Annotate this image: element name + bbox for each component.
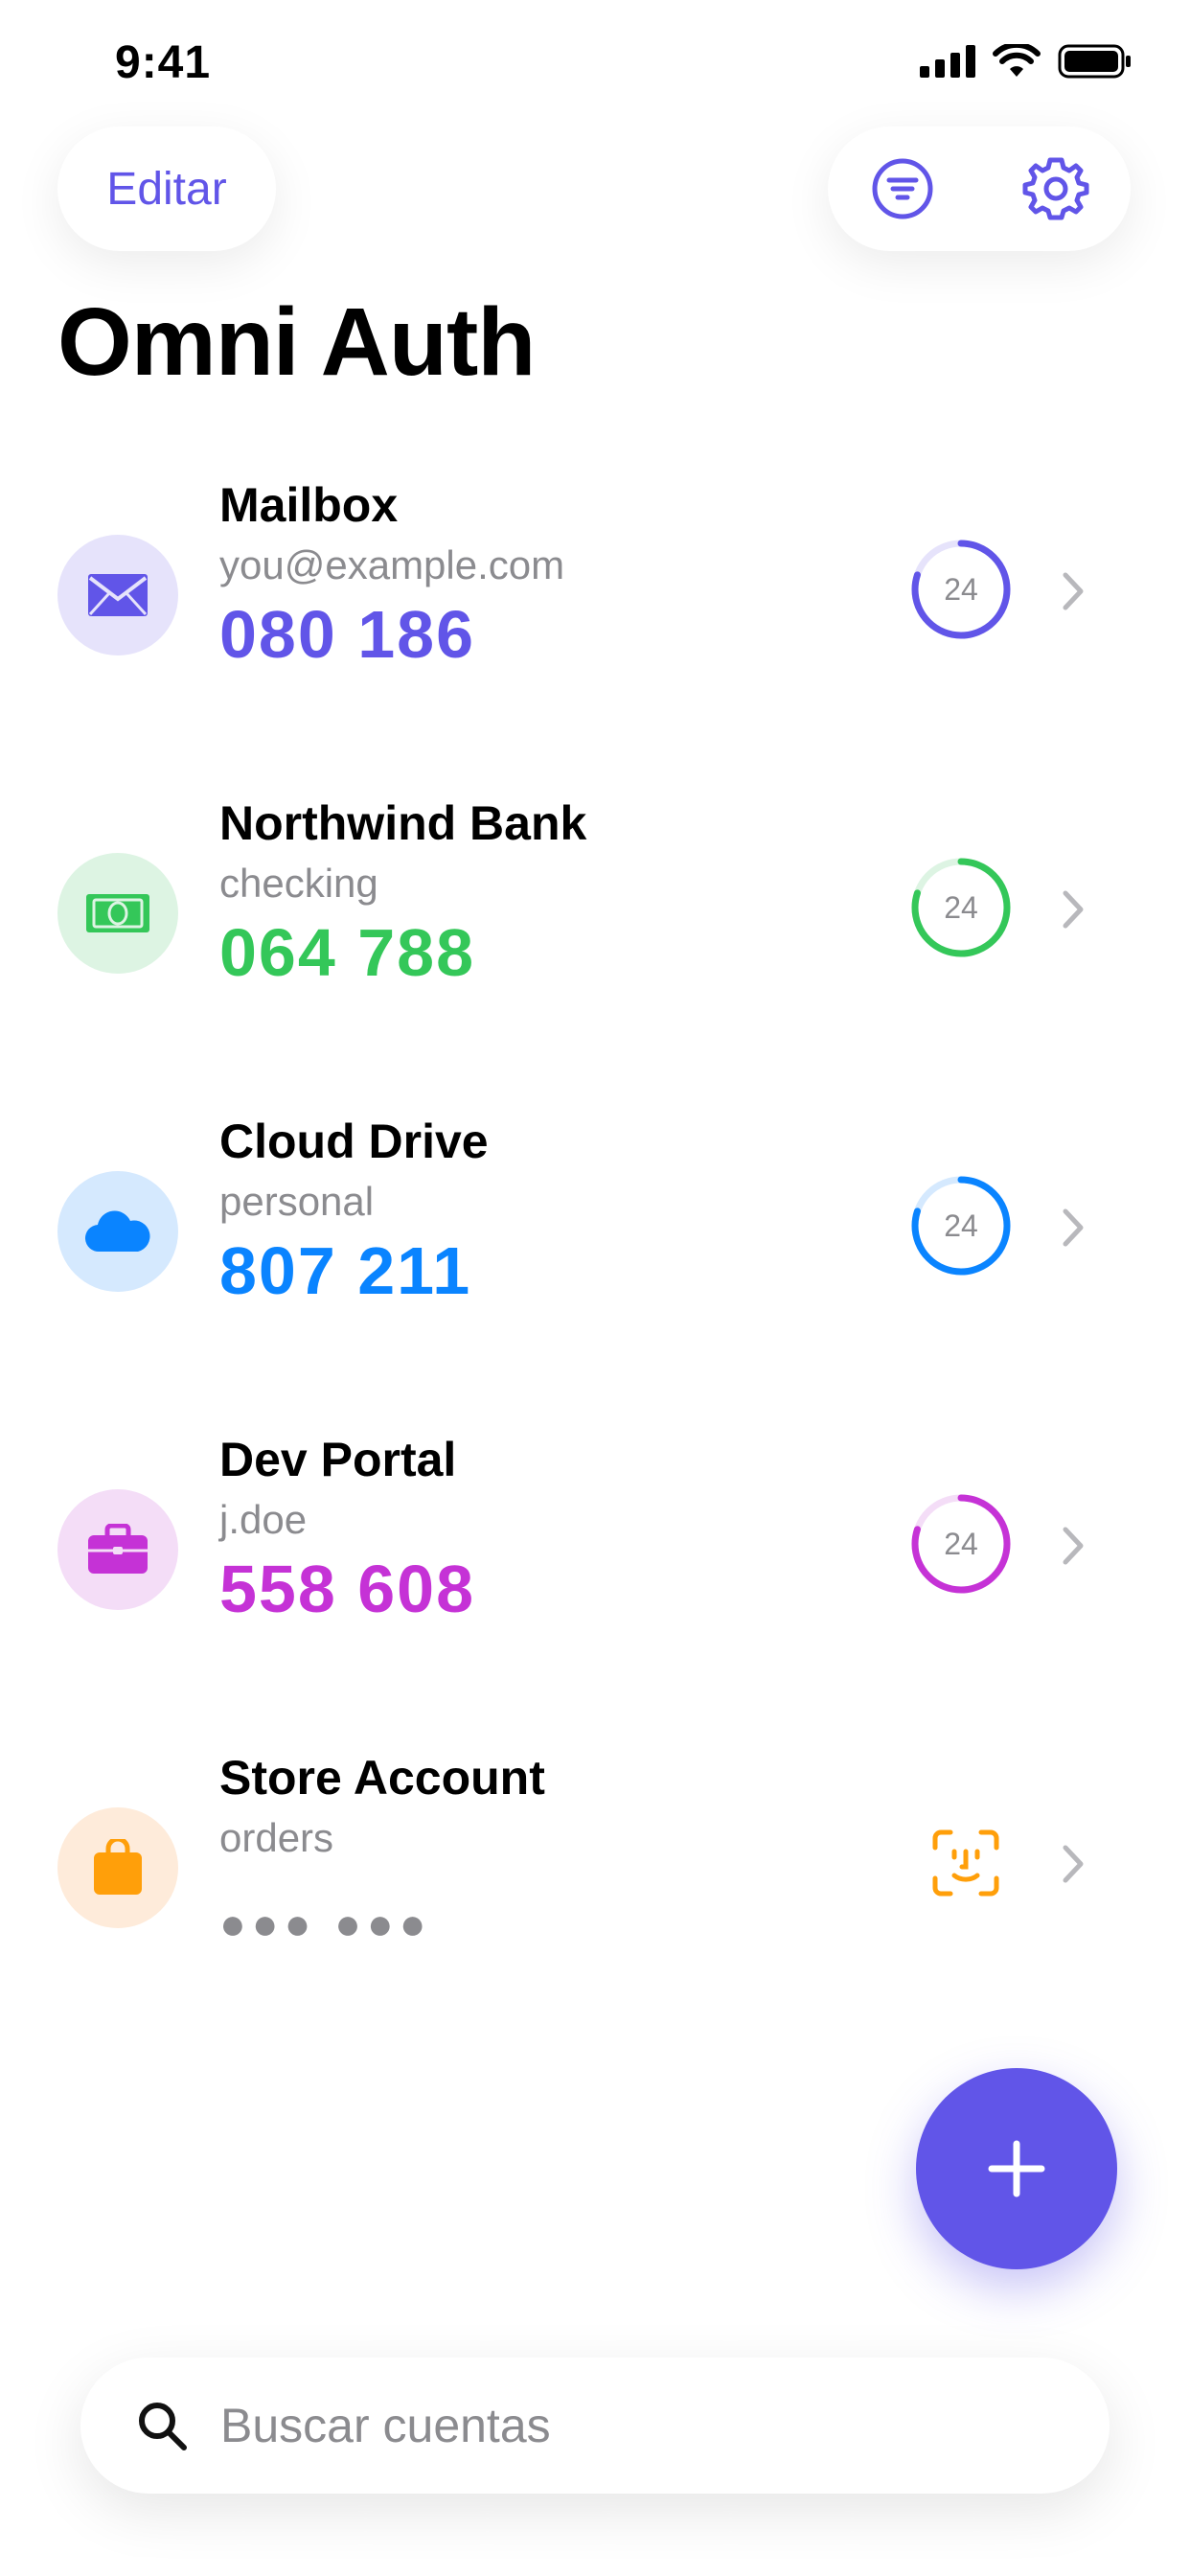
chevron-right-icon: [1063, 1845, 1084, 1883]
envelope-icon: [88, 574, 148, 616]
countdown-seconds: 24: [944, 889, 978, 925]
chevron-right-icon: [1063, 1527, 1084, 1565]
page-title: Omni Auth: [57, 288, 536, 396]
account-row-mailbox[interactable]: Mailbox you@example.com 080 186 24: [0, 470, 1190, 719]
chevron-right-icon: [1063, 1208, 1084, 1247]
cloud-icon: [84, 1210, 150, 1253]
chevron-right-icon: [1063, 890, 1084, 929]
account-name: Store Account: [219, 1751, 545, 1805]
account-icon-badge: [57, 1807, 178, 1928]
countdown-seconds: 24: [944, 571, 978, 607]
account-subtitle: checking: [219, 861, 378, 906]
account-row-dev-portal[interactable]: Dev Portal j.doe 558 608 24: [0, 1424, 1190, 1673]
otp-code[interactable]: 080 186: [219, 596, 475, 673]
toolbar-pill: [828, 126, 1131, 251]
account-icon-badge: [57, 853, 178, 974]
gear-icon: [1022, 157, 1089, 220]
account-subtitle: orders: [219, 1815, 334, 1860]
account-name: Dev Portal: [219, 1433, 457, 1486]
account-row-store-account[interactable]: Store Account orders ●●● ●●●: [0, 1742, 1190, 1991]
edit-button[interactable]: Editar: [57, 126, 276, 251]
countdown-seconds: 24: [944, 1526, 978, 1561]
battery-icon: [1058, 44, 1131, 79]
account-row-cloud-drive[interactable]: Cloud Drive personal 807 211 24: [0, 1106, 1190, 1355]
status-time: 9:41: [115, 37, 212, 88]
otp-code[interactable]: 558 608: [219, 1551, 475, 1627]
account-icon-badge: [57, 535, 178, 656]
banknote-icon: [86, 894, 149, 932]
search-input[interactable]: [218, 2397, 989, 2454]
account-subtitle: you@example.com: [219, 542, 565, 587]
account-row-northwind-bank[interactable]: Northwind Bank checking 064 788 24: [0, 788, 1190, 1037]
add-account-button[interactable]: [916, 2068, 1117, 2269]
otp-code[interactable]: 807 211: [219, 1232, 471, 1309]
wifi-icon: [993, 44, 1041, 77]
account-name: Northwind Bank: [219, 796, 587, 850]
account-icon-badge: [57, 1489, 178, 1610]
filter-icon: [872, 158, 933, 219]
account-subtitle: j.doe: [219, 1497, 308, 1542]
cellular-signal-icon: [920, 45, 975, 78]
settings-button[interactable]: [1018, 150, 1094, 227]
account-name: Cloud Drive: [219, 1115, 489, 1168]
filter-button[interactable]: [864, 150, 941, 227]
chevron-right-icon: [1063, 572, 1084, 610]
briefcase-icon: [88, 1524, 148, 1574]
status-icons: [920, 44, 1133, 79]
shopping-bag-icon: [94, 1839, 142, 1895]
countdown-seconds: 24: [944, 1208, 978, 1243]
otp-code[interactable]: 064 788: [219, 914, 475, 991]
plus-icon: [988, 2140, 1045, 2197]
account-name: Mailbox: [219, 478, 399, 532]
edit-button-label: Editar: [106, 163, 227, 215]
face-id-icon[interactable]: [931, 1828, 1000, 1898]
account-subtitle: personal: [219, 1179, 375, 1224]
search-bar[interactable]: [80, 2358, 1110, 2494]
masked-otp-code[interactable]: ●●● ●●●: [219, 1898, 432, 1949]
account-icon-badge: [57, 1171, 178, 1292]
search-icon: [139, 2403, 187, 2450]
